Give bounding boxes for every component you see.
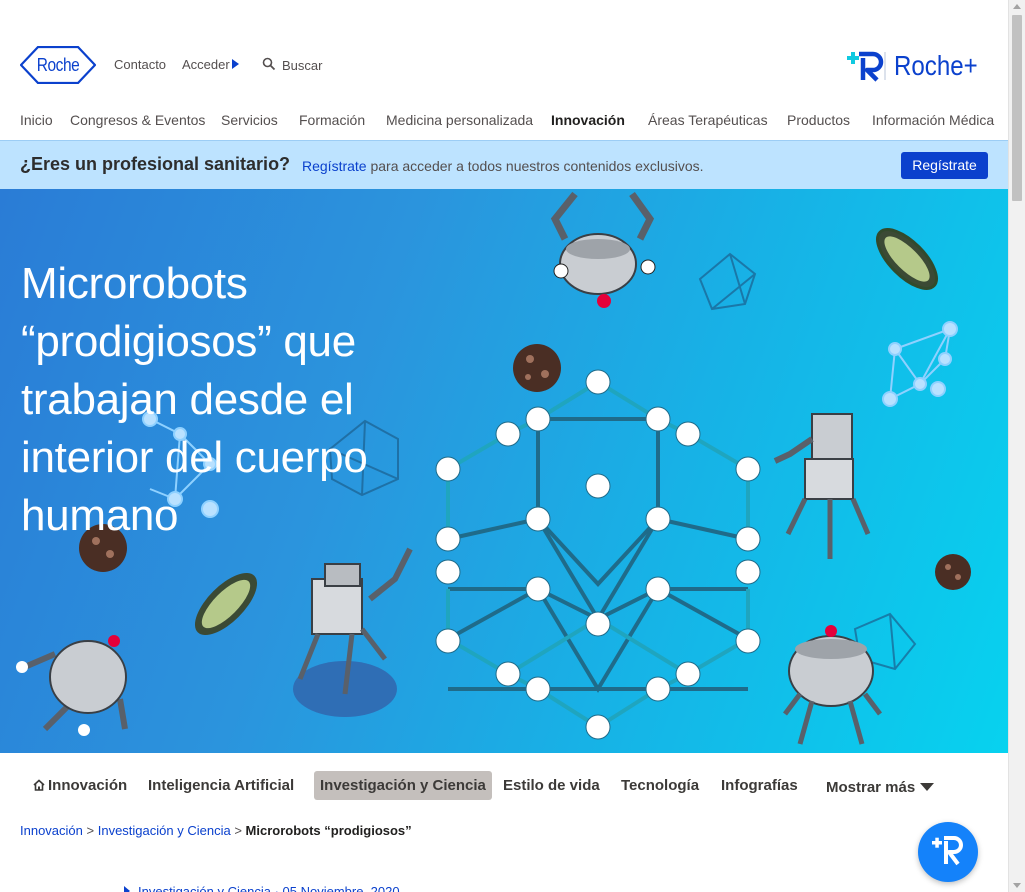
roche-plus-fab[interactable] — [918, 822, 978, 882]
roche-logo-text: Roche — [36, 55, 80, 75]
section-subnav: Innovación Inteligencia Artificial Inves… — [0, 753, 1008, 821]
scrollbar-thumb[interactable] — [1012, 15, 1022, 201]
subnav-tab-infografias[interactable]: Infografías — [715, 771, 804, 800]
acceder-link[interactable]: Acceder — [182, 57, 230, 72]
register-inline-link[interactable]: Regístrate — [302, 158, 367, 174]
article-meta: Investigación y Ciencia · 05 Noviembre, … — [124, 884, 400, 892]
show-more-label: Mostrar más — [826, 779, 916, 796]
register-message-text: para acceder a todos nuestros contenidos… — [370, 158, 704, 174]
roche-logo[interactable]: Roche — [20, 46, 96, 84]
search-icon[interactable] — [262, 57, 276, 71]
nav-item-areas[interactable]: Áreas Terapéuticas — [648, 112, 768, 128]
hero-banner: Microrobots “prodigiosos” que trabajan d… — [0, 189, 1008, 753]
nav-item-informacion[interactable]: Información Médica — [872, 112, 994, 128]
site-header: Roche Contacto Acceder Buscar Roche+ — [0, 0, 1008, 100]
nav-item-congresos[interactable]: Congresos & Eventos — [70, 112, 205, 128]
robot-top-icon — [550, 191, 656, 308]
subnav-tab-ia[interactable]: Inteligencia Artificial — [142, 771, 300, 800]
breadcrumb-separator: > — [86, 823, 95, 838]
nav-item-servicios[interactable]: Servicios — [221, 112, 278, 128]
nav-item-medicina[interactable]: Medicina personalizada — [386, 112, 533, 128]
breadcrumb-current: Microrobots “prodigiosos” — [245, 823, 412, 838]
subnav-tab-tecnologia[interactable]: Tecnología — [615, 771, 705, 800]
register-question: ¿Eres un profesional sanitario? — [20, 154, 291, 174]
hero-title: Microrobots “prodigiosos” que trabajan d… — [21, 259, 368, 540]
search-link[interactable]: Buscar — [282, 58, 322, 73]
breadcrumb-link-investigacion[interactable]: Investigación y Ciencia — [98, 823, 231, 838]
article-meta-text[interactable]: Investigación y Ciencia · 05 Noviembre, … — [138, 884, 400, 892]
roche-plus-logo[interactable]: Roche+ — [847, 48, 987, 84]
cage-molecule-icon — [435, 369, 761, 740]
home-icon — [33, 779, 45, 791]
breadcrumb-separator: > — [234, 823, 242, 838]
nav-item-productos[interactable]: Productos — [787, 112, 850, 128]
caret-right-icon — [124, 886, 130, 892]
breadcrumb: Innovación > Investigación y Ciencia > M… — [20, 823, 412, 838]
show-more-button[interactable]: Mostrar más — [820, 773, 940, 802]
page-scrollbar[interactable] — [1008, 0, 1025, 892]
subnav-tab-innovacion[interactable]: Innovación — [27, 771, 133, 800]
contacto-link[interactable]: Contacto — [114, 57, 166, 72]
robot-right-icon — [773, 413, 871, 559]
roche-plus-icon — [847, 51, 886, 82]
register-banner: ¿Eres un profesional sanitario? Regístra… — [0, 140, 1008, 189]
register-message: Regístrate para acceder a todos nuestros… — [302, 158, 704, 174]
subnav-tab-investigacion[interactable]: Investigación y Ciencia — [314, 771, 492, 800]
main-navigation: Inicio Congresos & Eventos Servicios For… — [0, 104, 1008, 138]
scroll-up-arrow-icon[interactable] — [1013, 4, 1021, 9]
chevron-down-icon — [920, 783, 935, 791]
nav-item-innovacion[interactable]: Innovación — [551, 112, 625, 128]
roche-plus-icon — [932, 836, 963, 866]
robot-arm-icon — [293, 547, 413, 717]
subnav-tab-estilo[interactable]: Estilo de vida — [497, 771, 606, 800]
breadcrumb-link-innovacion[interactable]: Innovación — [20, 823, 83, 838]
scroll-down-arrow-icon[interactable] — [1013, 883, 1021, 888]
robot-left-icon — [16, 635, 128, 736]
register-button[interactable]: Regístrate — [901, 152, 988, 179]
robot-bottom-right-icon — [783, 625, 882, 745]
roche-plus-text: Roche+ — [894, 50, 978, 81]
subnav-tab-label: Innovación — [48, 777, 128, 794]
nav-item-formacion[interactable]: Formación — [299, 112, 365, 128]
nav-item-inicio[interactable]: Inicio — [20, 112, 53, 128]
caret-right-icon — [232, 59, 239, 69]
